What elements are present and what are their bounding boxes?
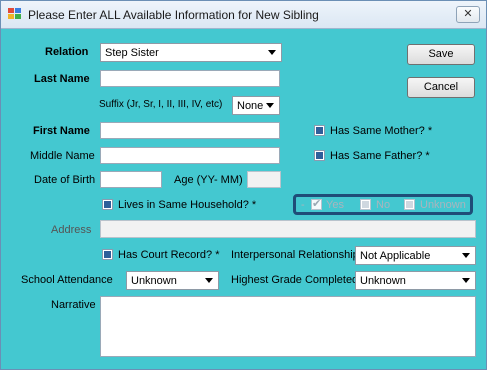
save-button[interactable]: Save — [407, 44, 475, 65]
close-button[interactable]: ✕ — [456, 6, 480, 23]
school-attendance-label: School Attendance — [21, 274, 113, 286]
relation-value: Step Sister — [105, 47, 159, 59]
chevron-down-icon — [205, 278, 213, 283]
first-name-field[interactable] — [100, 122, 280, 139]
highest-grade-value: Unknown — [360, 275, 406, 287]
last-name-field[interactable] — [100, 70, 280, 87]
chevron-down-icon — [462, 253, 470, 258]
suffix-label: Suffix (Jr, Sr, I, II, III, IV, etc) — [99, 99, 223, 110]
narrative-textarea[interactable] — [100, 296, 476, 357]
interpersonal-label: Interpersonal Relationship — [231, 249, 359, 261]
age-field — [247, 171, 281, 188]
court-record-checkbox[interactable] — [102, 249, 113, 260]
suffix-value: None — [237, 100, 264, 112]
dialog-window: Please Enter ALL Available Information f… — [0, 0, 487, 370]
same-mother-checkbox[interactable] — [314, 125, 325, 136]
address-label: Address — [51, 224, 92, 236]
last-name-label: Last Name — [34, 73, 90, 85]
address-field — [100, 220, 476, 238]
household-yes-checkbox: ✔ — [311, 198, 322, 210]
checkmark-icon: ✔ — [312, 198, 322, 210]
age-label: Age (YY- MM) — [174, 174, 243, 186]
app-icon — [8, 8, 22, 20]
chevron-down-icon — [268, 50, 276, 55]
same-father-checkbox[interactable] — [314, 150, 325, 161]
court-record-label: Has Court Record? * — [118, 249, 220, 261]
chevron-down-icon — [266, 103, 274, 108]
title-bar: Please Enter ALL Available Information f… — [1, 1, 486, 29]
interpersonal-dropdown[interactable]: Not Applicable — [355, 246, 476, 265]
lives-household-label: Lives in Same Household? * — [118, 199, 257, 211]
narrative-label: Narrative — [51, 299, 96, 311]
household-options-dash: - — [301, 199, 305, 211]
window-title: Please Enter ALL Available Information f… — [28, 8, 319, 22]
highest-grade-dropdown[interactable]: Unknown — [355, 271, 476, 290]
close-icon: ✕ — [463, 8, 473, 20]
relation-dropdown[interactable]: Step Sister — [100, 43, 282, 62]
household-no-checkbox — [360, 199, 371, 210]
same-father-label: Has Same Father? * — [330, 150, 430, 162]
highest-grade-label: Highest Grade Completed — [231, 274, 359, 286]
cancel-button[interactable]: Cancel — [407, 77, 475, 98]
chevron-down-icon — [462, 278, 470, 283]
middle-name-label: Middle Name — [30, 150, 95, 162]
school-attendance-value: Unknown — [131, 275, 177, 287]
dob-field[interactable] — [100, 171, 162, 188]
suffix-dropdown[interactable]: None — [232, 96, 280, 115]
dob-label: Date of Birth — [34, 174, 96, 186]
first-name-label: First Name — [33, 125, 90, 137]
interpersonal-value: Not Applicable — [360, 250, 431, 262]
relation-label: Relation — [45, 46, 89, 58]
lives-household-checkbox[interactable] — [102, 199, 113, 210]
same-mother-label: Has Same Mother? * — [330, 125, 433, 137]
school-attendance-dropdown[interactable]: Unknown — [126, 271, 219, 290]
household-unknown-label: Unknown — [420, 199, 466, 211]
middle-name-field[interactable] — [100, 147, 280, 164]
household-unknown-checkbox — [404, 199, 415, 210]
household-no-label: No — [376, 199, 391, 211]
household-yes-label: Yes — [326, 199, 344, 211]
